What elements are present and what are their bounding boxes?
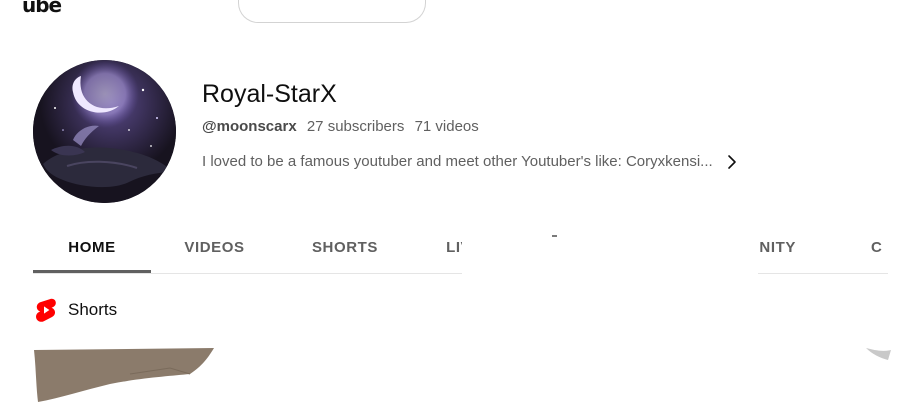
tab-channels[interactable]: C [871, 226, 888, 271]
tab-videos[interactable]: VIDEOS [163, 226, 266, 271]
tab-shorts[interactable]: SHORTS [295, 226, 395, 271]
youtube-logo[interactable]: ube [22, 0, 62, 17]
tab-fragment [552, 235, 557, 237]
channel-tabs: HOME VIDEOS SHORTS LIVE UNITY C [33, 226, 888, 274]
channel-description[interactable]: I loved to be a famous youtuber and meet… [202, 153, 737, 170]
description-text: I loved to be a famous youtuber and meet… [202, 153, 713, 170]
channel-meta: @moonscarx 27 subscribers 71 videos [202, 118, 485, 135]
occluding-overlay [462, 236, 758, 278]
channel-avatar[interactable] [33, 60, 176, 203]
carousel-next-fragment[interactable] [866, 346, 892, 367]
short-thumbnail[interactable] [30, 340, 220, 407]
subscriber-count: 27 subscribers [306, 118, 405, 135]
tab-home[interactable]: HOME [33, 226, 151, 273]
thumbnail-image [34, 348, 214, 402]
video-count: 71 videos [414, 118, 479, 135]
avatar-art-icon [33, 60, 176, 203]
channel-name: Royal-StarX [202, 80, 337, 108]
search-box[interactable] [238, 0, 426, 23]
shorts-section-heading: Shorts [36, 298, 117, 322]
carousel-arrow-icon [866, 348, 891, 360]
chevron-right-icon[interactable] [727, 154, 737, 170]
youtube-shorts-icon [36, 298, 56, 322]
channel-handle: @moonscarx [202, 118, 297, 135]
shorts-title: Shorts [68, 300, 118, 319]
